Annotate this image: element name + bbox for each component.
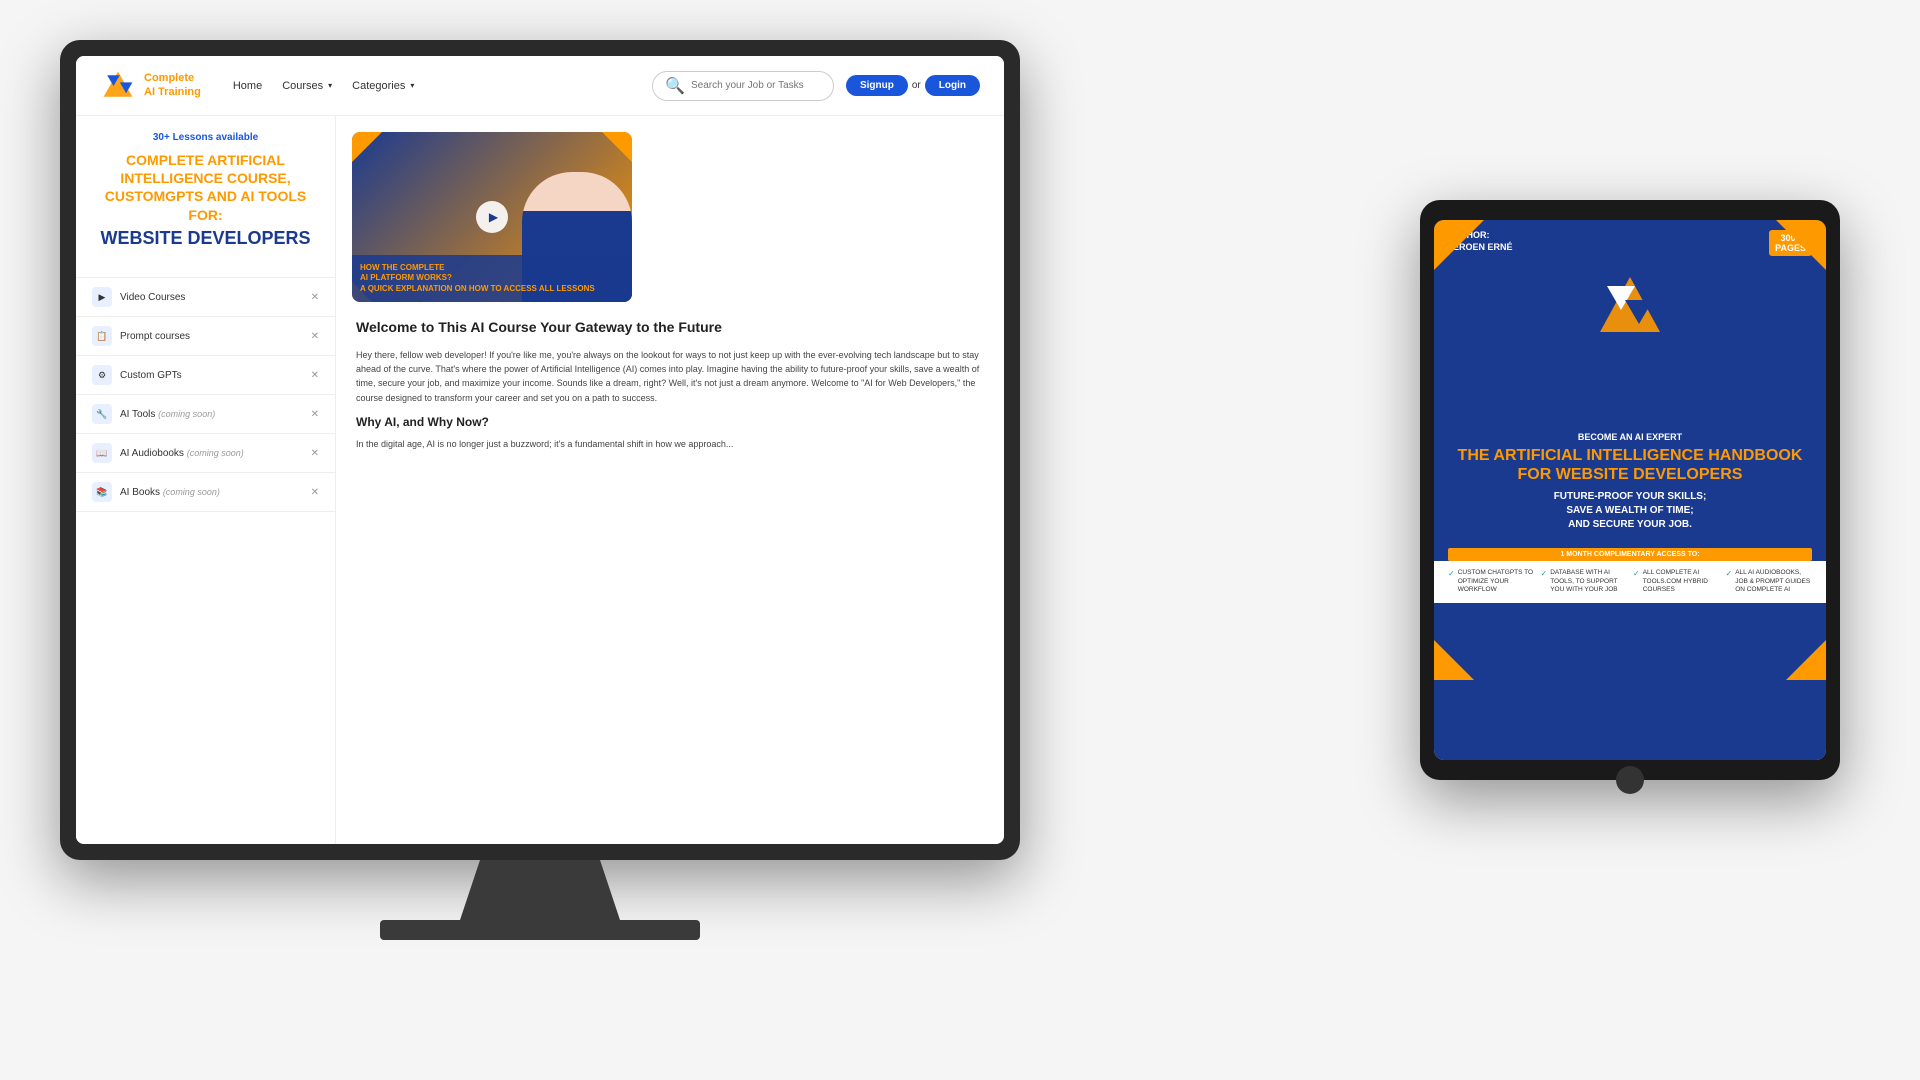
close-icon[interactable]: ✕ [311, 370, 319, 381]
video-text-overlay: HOW THE COMPLETE AI PLATFORM WORKS? A QU… [352, 255, 632, 302]
nav-links: Home Courses ▾ Categories ▾ [233, 80, 652, 92]
search-icon: 🔍 [665, 76, 685, 96]
check-icon: ✓ [1633, 569, 1640, 579]
hero-title-blue: WEBSITE DEVELOPERS [92, 228, 319, 250]
book-top-bar: AUTHOR: JEROEN ERNÉ 300+PAGES [1434, 220, 1826, 262]
logo-text: Complete AI Training [144, 72, 201, 98]
article-paragraph-2: In the digital age, AI is no longer just… [356, 437, 984, 451]
book-features: ✓ CUSTOM CHATGPTS TO OPTIMIZE YOUR WORKF… [1434, 561, 1826, 602]
tablet-screen: AUTHOR: JEROEN ERNÉ 300+PAGES [1434, 220, 1826, 760]
play-icon: ▶ [489, 210, 498, 224]
ai-tools-icon: 🔧 [92, 404, 112, 424]
sidebar-item-label: AI Tools (coming soon) [120, 409, 303, 420]
article-area: Welcome to This AI Course Your Gateway t… [336, 318, 1004, 844]
ai-books-icon: 📚 [92, 482, 112, 502]
book-subtitle: BECOME AN AI EXPERT [1448, 432, 1812, 442]
or-label: or [912, 80, 921, 91]
monitor-body: Complete AI Training Home Courses ▾ [60, 40, 1020, 860]
right-content: ▶ HOW THE COMPLETE AI PLATFORM WORKS? A … [336, 116, 1004, 844]
nav-courses[interactable]: Courses ▾ [282, 80, 332, 92]
book-corner-bottom-left-icon [1434, 640, 1474, 680]
video-courses-icon: ▶ [92, 287, 112, 307]
close-icon[interactable]: ✕ [311, 448, 319, 459]
sidebar-item-label: Prompt courses [120, 331, 303, 342]
sidebar-list: ▶ Video Courses ✕ 📋 Prompt courses ✕ [76, 277, 335, 512]
book-corner-top-left-icon [1434, 220, 1484, 270]
close-icon[interactable]: ✕ [311, 409, 319, 420]
close-icon[interactable]: ✕ [311, 331, 319, 342]
login-button[interactable]: Login [925, 75, 980, 96]
book-corner-bottom-right-icon [1786, 640, 1826, 680]
article-heading-1: Welcome to This AI Course Your Gateway t… [356, 318, 984, 338]
logo-icon [100, 68, 136, 104]
tablet-body: AUTHOR: JEROEN ERNÉ 300+PAGES [1420, 200, 1840, 780]
sidebar-item-video-courses[interactable]: ▶ Video Courses ✕ [76, 278, 335, 317]
book-promo-bar: 1 MONTH COMPLIMENTARY ACCESS TO: [1448, 548, 1812, 561]
check-icon: ✓ [1726, 569, 1733, 579]
nav: Complete AI Training Home Courses ▾ [76, 56, 1004, 116]
check-icon: ✓ [1448, 569, 1455, 579]
close-icon[interactable]: ✕ [311, 487, 319, 498]
sidebar-item-ai-audiobooks[interactable]: 📖 AI Audiobooks (coming soon) ✕ [76, 434, 335, 473]
custom-gpts-icon: ⚙ [92, 365, 112, 385]
book-middle: BECOME AN AI EXPERT THE ARTIFICIAL INTEL… [1434, 342, 1826, 548]
tablet-home-button[interactable] [1616, 766, 1644, 794]
monitor-stand [440, 860, 640, 920]
search-input[interactable] [691, 80, 821, 91]
sidebar-item-label: Custom GPTs [120, 370, 303, 381]
monitor: Complete AI Training Home Courses ▾ [60, 40, 1020, 940]
book-tagline: FUTURE-PROOF YOUR SKILLS;SAVE A WEALTH O… [1448, 490, 1812, 532]
lessons-badge: 30+ Lessons available [92, 132, 319, 143]
video-thumbnail[interactable]: ▶ HOW THE COMPLETE AI PLATFORM WORKS? A … [352, 132, 632, 302]
sidebar-item-ai-tools[interactable]: 🔧 AI Tools (coming soon) ✕ [76, 395, 335, 434]
book-feature-3: ✓ ALL COMPLETE AI TOOLS.COM HYBRID COURS… [1633, 569, 1720, 594]
signup-button[interactable]: Signup [846, 75, 908, 96]
monitor-base [380, 920, 700, 940]
book-title: THE ARTIFICIAL INTELLIGENCE HANDBOOK FOR… [1448, 446, 1812, 484]
ai-audiobooks-icon: 📖 [92, 443, 112, 463]
main-content: 30+ Lessons available COMPLETE ARTIFICIA… [76, 116, 1004, 844]
sidebar-item-prompt-courses[interactable]: 📋 Prompt courses ✕ [76, 317, 335, 356]
hero-left: 30+ Lessons available COMPLETE ARTIFICIA… [76, 132, 335, 277]
sidebar-item-ai-books[interactable]: 📚 AI Books (coming soon) ✕ [76, 473, 335, 512]
video-title: HOW THE COMPLETE AI PLATFORM WORKS? A QU… [360, 263, 624, 294]
courses-chevron-icon: ▾ [328, 81, 332, 90]
logo-area: Complete AI Training [100, 68, 201, 104]
article-heading-2: Why AI, and Why Now? [356, 415, 984, 429]
book-feature-2: ✓ DATABASE WITH AI TOOLS, TO SUPPORT YOU… [1541, 569, 1628, 594]
sidebar-item-label: Video Courses [120, 292, 303, 303]
check-icon: ✓ [1541, 569, 1548, 579]
book-feature-1: ✓ CUSTOM CHATGPTS TO OPTIMIZE YOUR WORKF… [1448, 569, 1535, 594]
prompt-courses-icon: 📋 [92, 326, 112, 346]
left-panel: 30+ Lessons available COMPLETE ARTIFICIA… [76, 116, 336, 844]
nav-categories[interactable]: Categories ▾ [352, 80, 414, 92]
nav-home[interactable]: Home [233, 80, 262, 92]
tablet: AUTHOR: JEROEN ERNÉ 300+PAGES [1420, 200, 1840, 780]
categories-chevron-icon: ▾ [410, 81, 414, 90]
book-logo-area [1434, 262, 1826, 342]
hero-video-area: ▶ HOW THE COMPLETE AI PLATFORM WORKS? A … [336, 116, 1004, 318]
article-paragraph-1: Hey there, fellow web developer! If you'… [356, 348, 984, 406]
scene: Complete AI Training Home Courses ▾ [0, 0, 1920, 1080]
close-icon[interactable]: ✕ [311, 292, 319, 303]
sidebar-item-label: AI Books (coming soon) [120, 487, 303, 498]
monitor-screen: Complete AI Training Home Courses ▾ [76, 56, 1004, 844]
book-logo-icon [1595, 272, 1665, 342]
book-corner-top-right-icon [1776, 220, 1826, 270]
sidebar-item-label: AI Audiobooks (coming soon) [120, 448, 303, 459]
website: Complete AI Training Home Courses ▾ [76, 56, 1004, 844]
sidebar-item-custom-gpts[interactable]: ⚙ Custom GPTs ✕ [76, 356, 335, 395]
nav-search-box: 🔍 [652, 71, 834, 101]
play-button[interactable]: ▶ [476, 201, 508, 233]
book-cover: AUTHOR: JEROEN ERNÉ 300+PAGES [1434, 220, 1826, 760]
hero-title-orange: COMPLETE ARTIFICIAL INTELLIGENCE COURSE,… [92, 151, 319, 224]
book-feature-4: ✓ ALL AI AUDIOBOOKS, JOB & PROMPT GUIDES… [1726, 569, 1813, 594]
